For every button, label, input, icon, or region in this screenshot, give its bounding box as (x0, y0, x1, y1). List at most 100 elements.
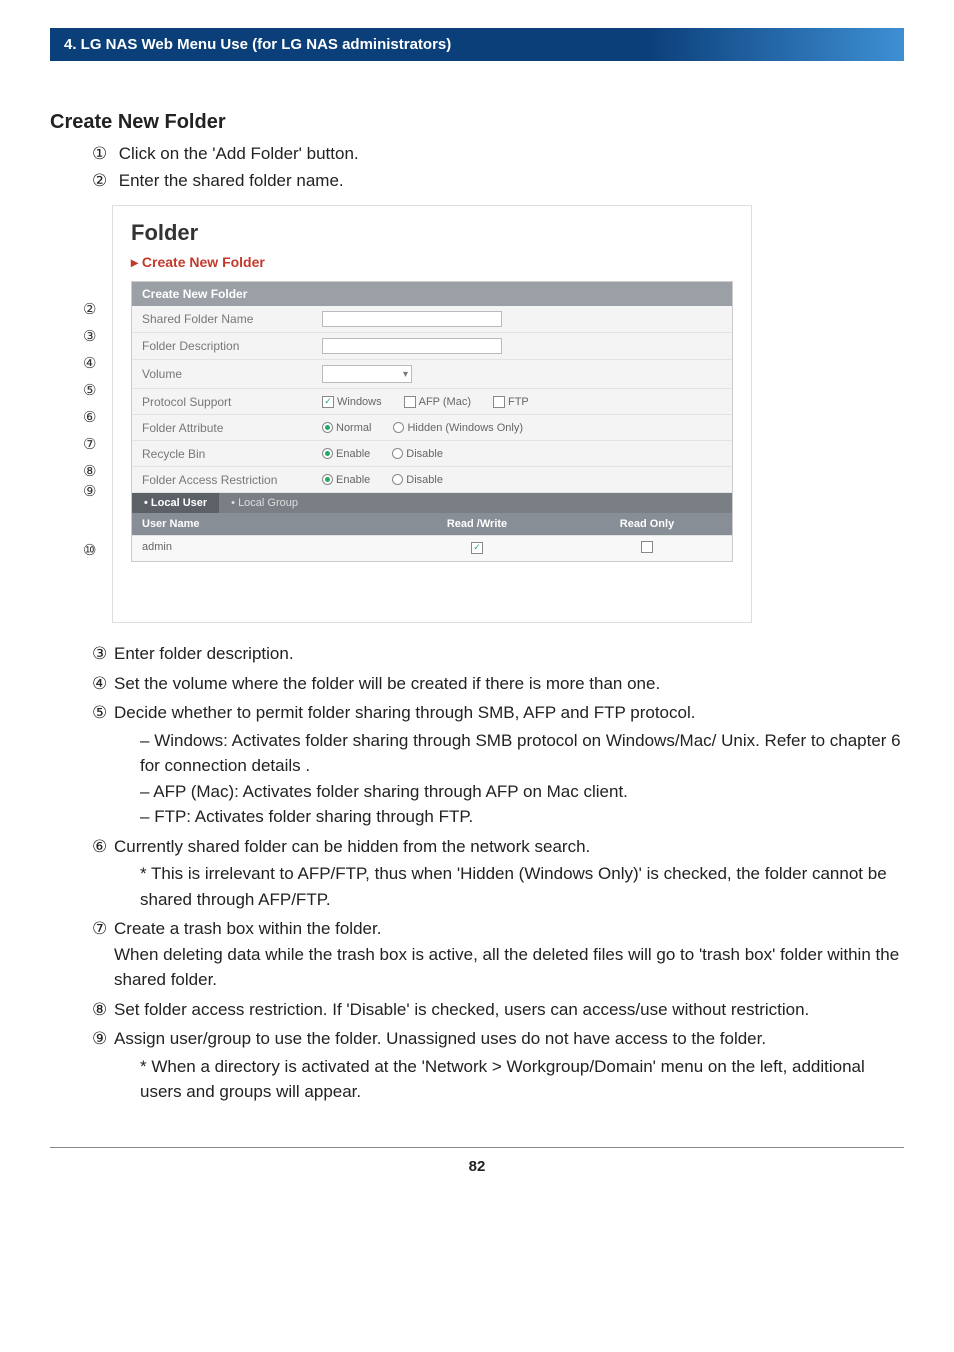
row-recycle: Recycle Bin Enable Disable (132, 441, 732, 467)
step-item: ④ Set the volume where the folder will b… (92, 671, 904, 697)
callout-num: ② (83, 302, 96, 329)
radio-label: Hidden (Windows Only) (407, 422, 523, 434)
step-num: ⑥ (92, 834, 114, 913)
checkbox-label: AFP (Mac) (419, 396, 471, 408)
screenshot: ② ③ ④ ⑤ ⑥ ⑦ ⑧ ⑨ ⑩ Folder Create New Fold… (112, 205, 752, 623)
col-user-name: User Name (132, 513, 392, 535)
recycle-disable-radio[interactable]: Disable (392, 448, 443, 460)
step-text: Set folder access restriction. If 'Disab… (114, 997, 904, 1023)
step-text: Assign user/group to use the folder. Una… (114, 1029, 766, 1048)
volume-select[interactable]: ▾ (322, 365, 412, 383)
step-text: Set the volume where the folder will be … (114, 671, 904, 697)
rw-checkbox[interactable]: ✓ (471, 542, 483, 554)
step-num: ⑤ (92, 700, 114, 830)
attribute-hidden-radio[interactable]: Hidden (Windows Only) (393, 422, 523, 434)
step-item: ⑦ Create a trash box within the folder. … (92, 916, 904, 993)
ro-checkbox[interactable] (641, 541, 653, 553)
step-item: ① Click on the 'Add Folder' button. (92, 142, 904, 167)
col-read-only: Read Only (562, 513, 732, 535)
restrict-disable-radio[interactable]: Disable (392, 474, 443, 486)
label-attribute: Folder Attribute (142, 421, 322, 435)
panel-head: Create New Folder (132, 282, 732, 306)
callout-numbers: ② ③ ④ ⑤ ⑥ ⑦ ⑧ ⑨ ⑩ (83, 302, 96, 570)
callout-num: ④ (83, 356, 96, 383)
page-footer: 82 (50, 1147, 904, 1175)
label-description: Folder Description (142, 339, 322, 353)
protocol-ftp-checkbox[interactable]: FTP (493, 396, 529, 408)
callout-num: ⑦ (83, 437, 96, 464)
step-num: ④ (92, 671, 114, 697)
step-item: ⑧ Set folder access restriction. If 'Dis… (92, 997, 904, 1023)
checkbox-label: FTP (508, 396, 529, 408)
sub-item: Windows: Activates folder sharing throug… (140, 728, 904, 779)
page-number: 82 (469, 1158, 486, 1175)
cell-user: admin (132, 536, 392, 561)
label-restriction: Folder Access Restriction (142, 473, 322, 487)
step-item: ⑥ Currently shared folder can be hidden … (92, 834, 904, 913)
intro-steps: ① Click on the 'Add Folder' button. ② En… (50, 142, 904, 193)
sub-item: AFP (Mac): Activates folder sharing thro… (140, 779, 904, 805)
screenshot-title: Folder (131, 220, 733, 246)
step-num: ② (92, 169, 114, 194)
create-folder-panel: Create New Folder Shared Folder Name Fol… (131, 281, 733, 562)
step-continuation: When deleting data while the trash box i… (114, 945, 899, 990)
step-item: ⑤ Decide whether to permit folder sharin… (92, 700, 904, 830)
step-text: Enter folder description. (114, 641, 904, 667)
row-shared-name: Shared Folder Name (132, 306, 732, 333)
description-input[interactable] (322, 338, 502, 354)
radio-label: Disable (406, 448, 443, 460)
step-num: ⑨ (92, 1026, 114, 1105)
row-protocol: Protocol Support ✓Windows AFP (Mac) FTP (132, 389, 732, 415)
radio-label: Normal (336, 422, 371, 434)
shared-name-input[interactable] (322, 311, 502, 327)
protocol-windows-checkbox[interactable]: ✓Windows (322, 396, 382, 408)
label-volume: Volume (142, 367, 322, 381)
step-text: Create a trash box within the folder. (114, 919, 381, 938)
callout-num: ⑥ (83, 410, 96, 437)
step-item: ⑨ Assign user/group to use the folder. U… (92, 1026, 904, 1105)
restrict-enable-radio[interactable]: Enable (322, 474, 370, 486)
col-read-write: Read /Write (392, 513, 562, 535)
screenshot-subtitle: Create New Folder (131, 254, 733, 271)
step-num: ③ (92, 641, 114, 667)
step-note: * When a directory is activated at the '… (114, 1054, 904, 1105)
chapter-banner: 4. LG NAS Web Menu Use (for LG NAS admin… (50, 28, 904, 61)
callout-num: ③ (83, 329, 96, 356)
callout-num: ⑨ (83, 484, 96, 516)
tab-local-group[interactable]: • Local Group (219, 493, 310, 513)
label-recycle: Recycle Bin (142, 447, 322, 461)
row-description: Folder Description (132, 333, 732, 360)
section-title: Create New Folder (50, 111, 904, 134)
step-text: Click on the 'Add Folder' button. (119, 144, 359, 163)
table-head: User Name Read /Write Read Only (132, 513, 732, 535)
protocol-afp-checkbox[interactable]: AFP (Mac) (404, 396, 471, 408)
step-num: ① (92, 142, 114, 167)
radio-label: Enable (336, 448, 370, 460)
callout-num (83, 516, 96, 543)
radio-label: Enable (336, 474, 370, 486)
callout-num: ⑤ (83, 383, 96, 410)
attribute-normal-radio[interactable]: Normal (322, 422, 371, 434)
sub-item: FTP: Activates folder sharing through FT… (140, 804, 904, 830)
callout-num: ⑧ (83, 464, 96, 484)
callout-num: ⑩ (83, 543, 96, 570)
table-row: admin ✓ (132, 535, 732, 561)
user-group-tabs: • Local User • Local Group (132, 493, 732, 513)
step-item: ② Enter the shared folder name. (92, 169, 904, 194)
recycle-enable-radio[interactable]: Enable (322, 448, 370, 460)
step-text: Currently shared folder can be hidden fr… (114, 837, 590, 856)
continuation-steps: ③ Enter folder description. ④ Set the vo… (50, 641, 904, 1105)
label-protocol: Protocol Support (142, 395, 322, 409)
step-num: ⑦ (92, 916, 114, 993)
step-num: ⑧ (92, 997, 114, 1023)
row-attribute: Folder Attribute Normal Hidden (Windows … (132, 415, 732, 441)
row-volume: Volume ▾ (132, 360, 732, 389)
tab-local-user[interactable]: • Local User (132, 493, 219, 513)
row-restriction: Folder Access Restriction Enable Disable (132, 467, 732, 493)
sub-list: Windows: Activates folder sharing throug… (114, 728, 904, 830)
step-text: Decide whether to permit folder sharing … (114, 703, 695, 722)
step-item: ③ Enter folder description. (92, 641, 904, 667)
checkbox-label: Windows (337, 396, 382, 408)
step-text: Enter the shared folder name. (119, 171, 344, 190)
label-shared-name: Shared Folder Name (142, 312, 322, 326)
